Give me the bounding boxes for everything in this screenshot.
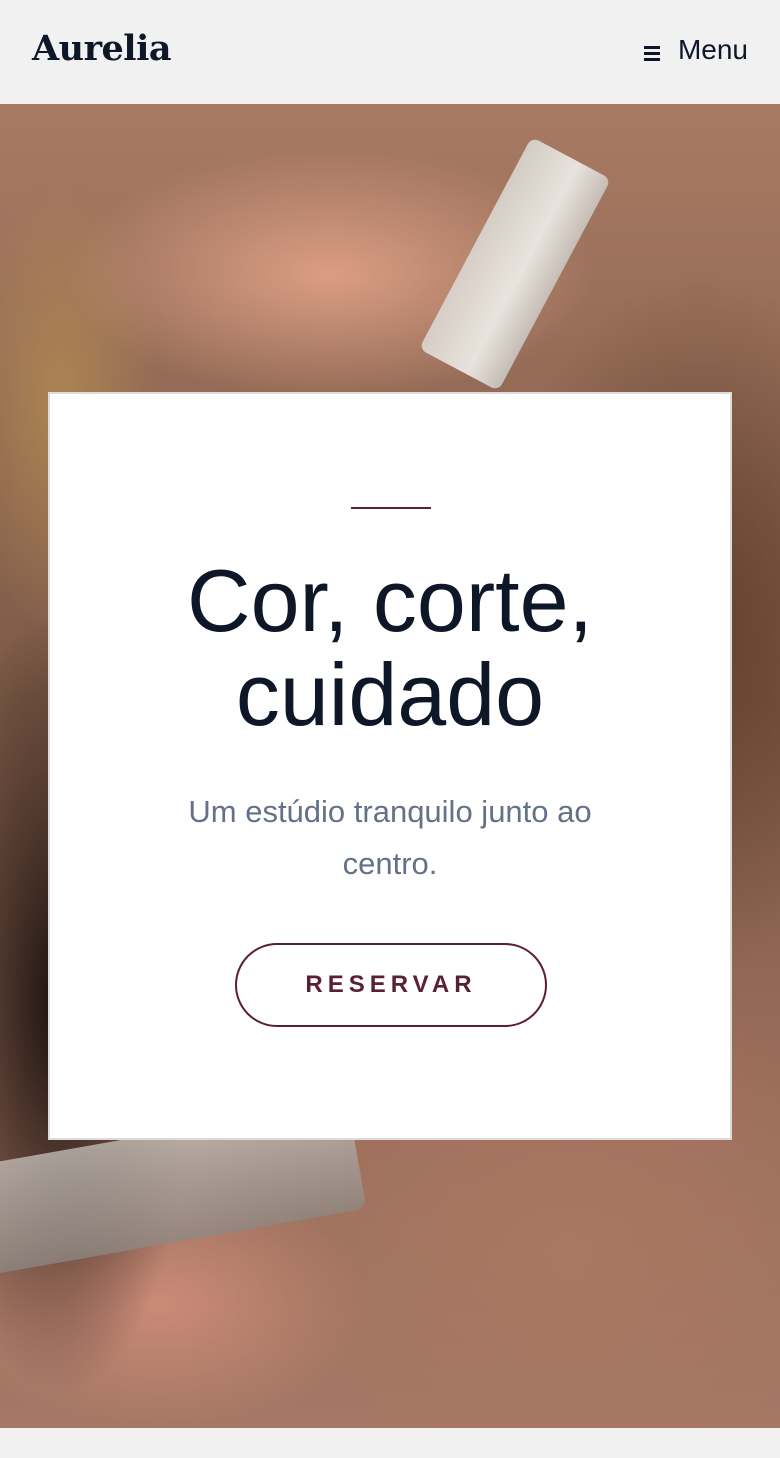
hero-card: Cor, corte, cuidado Um estúdio tranquilo… [48,392,732,1140]
hamburger-icon [643,46,660,61]
reserve-button[interactable]: RESERVAR [235,943,547,1027]
page: Aurelia Menu Cor, corte, cuidado Um estú… [0,0,780,1458]
menu-label: Menu [677,34,748,65]
comb-shape [418,136,612,392]
hero-subtitle: Um estúdio tranquilo junto ao centro. [188,794,592,881]
hero-title: Cor, corte, cuidado [187,551,593,744]
site-header: Aurelia Menu [0,0,780,104]
menu-button[interactable]: Menu [643,34,748,66]
brand-logo[interactable]: Aurelia [32,28,172,69]
accent-divider [351,507,431,509]
